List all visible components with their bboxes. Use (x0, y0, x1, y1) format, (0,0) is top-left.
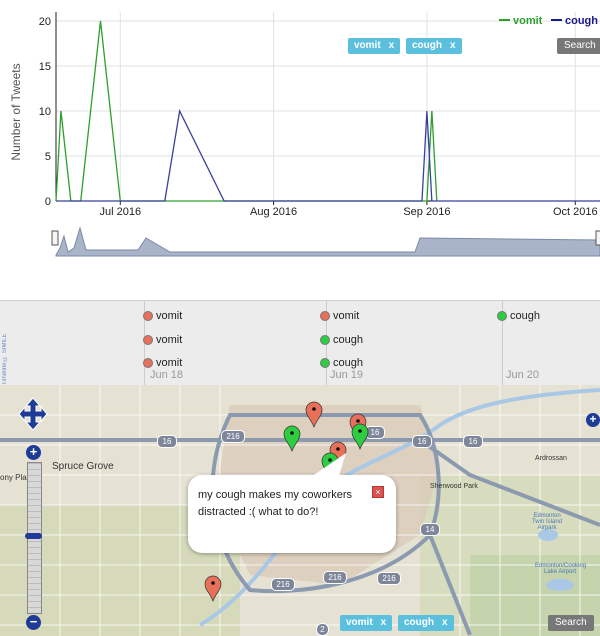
remove-tag-icon[interactable]: x (442, 617, 448, 628)
x-tick-label: Jul 2016 (99, 206, 141, 218)
cough-map-marker-icon[interactable] (283, 425, 301, 452)
zoom-slider-handle[interactable] (25, 533, 42, 539)
timeline-credit: Timeline © SIMILE (2, 333, 8, 385)
event-dot (320, 358, 330, 368)
event-timeline[interactable]: vomit vomit vomit vomit cough cough coug… (0, 300, 600, 386)
timeline-event[interactable]: vomit (143, 310, 182, 322)
zoom-control[interactable]: + − (25, 445, 43, 630)
timeline-event[interactable]: vomit (143, 357, 182, 369)
x-tick-label: Oct 2016 (553, 206, 598, 218)
event-dot (143, 311, 153, 321)
range-navigator[interactable] (51, 226, 600, 257)
popup-tweet-text: my cough makes my coworkers distracted :… (198, 489, 353, 518)
navigator-right-handle[interactable] (595, 230, 600, 246)
timeline-event[interactable]: vomit (143, 334, 182, 346)
timeline-date: Jun 19 (330, 369, 364, 381)
timeline-date: Jun 18 (150, 369, 184, 381)
vomit-map-marker-icon[interactable] (204, 575, 222, 602)
timeline-event[interactable]: cough (320, 334, 363, 346)
remove-tag-icon[interactable]: x (381, 617, 387, 628)
y-axis-label: Number of Tweets (9, 63, 23, 160)
x-axis: Jul 2016 Aug 2016 Sep 2016 Oct 2016 (99, 201, 598, 218)
remove-tag-icon[interactable]: x (450, 40, 456, 51)
filter-tag-label: vomit (346, 617, 373, 628)
y-tick-label: 0 (45, 196, 51, 208)
y-axis: 0 5 10 15 20 (39, 12, 57, 208)
navigator-area (55, 226, 600, 257)
event-dot (143, 358, 153, 368)
map-filter-tag-cough[interactable]: cough x (398, 615, 454, 631)
x-tick-label: Sep 2016 (403, 206, 450, 218)
filter-tag-label: cough (412, 40, 442, 51)
filter-tag-label: vomit (354, 40, 381, 51)
tweet-popup: my cough makes my coworkers distracted :… (188, 453, 396, 553)
y-tick-label: 10 (39, 106, 51, 118)
search-button[interactable]: Search (557, 38, 600, 54)
x-tick-label: Aug 2016 (250, 206, 297, 218)
zoom-in-button[interactable]: + (26, 445, 41, 460)
layer-switcher-button[interactable]: + (586, 413, 600, 427)
event-dot (320, 335, 330, 345)
event-dot (497, 311, 507, 321)
legend-cough-label: cough (565, 15, 598, 27)
timeline-date: Jun 20 (506, 369, 540, 381)
legend-vomit-label: vomit (513, 15, 543, 27)
tweet-volume-chart: 0 5 10 15 20 Jul 2016 Aug 2016 Sep 2016 Oct 201… (9, 12, 600, 257)
filter-tag-cough[interactable]: cough x (406, 38, 462, 54)
y-tick-label: 20 (39, 16, 51, 28)
filter-tag-label: cough (404, 617, 434, 628)
event-dot (320, 311, 330, 321)
popup-pointer (308, 453, 346, 479)
remove-tag-icon[interactable]: x (389, 40, 395, 51)
map-filter-tag-vomit[interactable]: vomit x (340, 615, 393, 631)
timeline-event[interactable]: cough (320, 357, 363, 369)
event-dot (143, 335, 153, 345)
chart-grid (56, 12, 600, 202)
map-search-button[interactable]: Search (548, 615, 594, 631)
timeline-event[interactable]: vomit (320, 310, 359, 322)
y-tick-label: 15 (39, 61, 51, 73)
zoom-out-button[interactable]: − (26, 615, 41, 630)
cough-map-marker-icon[interactable] (351, 423, 369, 450)
timeline-event[interactable]: cough (497, 310, 540, 322)
y-tick-label: 5 (45, 151, 51, 163)
filter-tag-vomit[interactable]: vomit x (348, 38, 401, 54)
vomit-map-marker-icon[interactable] (305, 401, 323, 428)
popup-close-icon[interactable]: × (372, 486, 384, 498)
navigator-left-handle[interactable] (51, 230, 59, 246)
